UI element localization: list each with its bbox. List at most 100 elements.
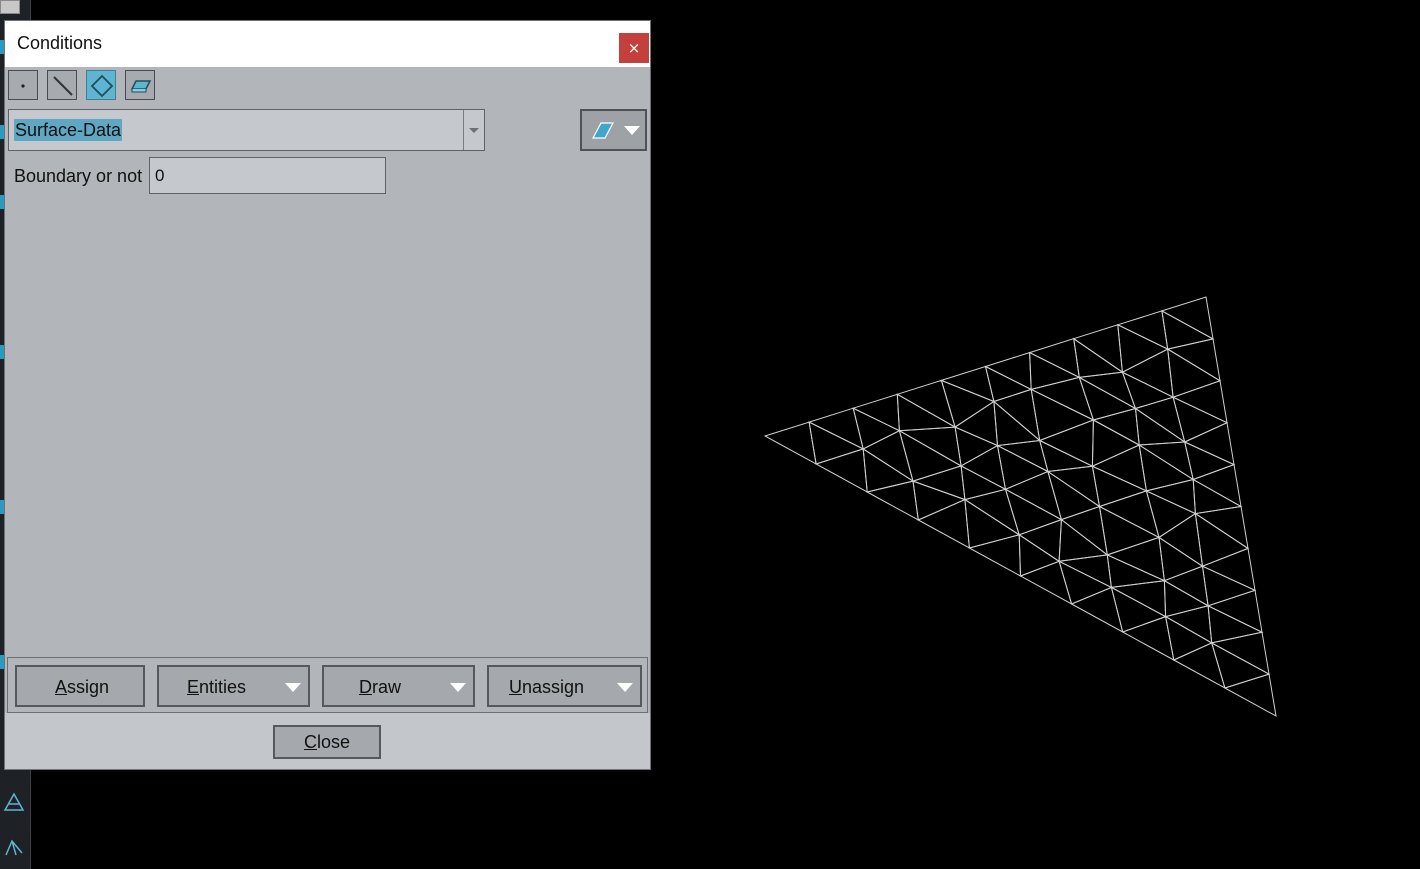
mesh-element bbox=[1201, 565, 1257, 607]
mesh-element bbox=[1029, 376, 1095, 421]
chevron-down-icon[interactable] bbox=[285, 683, 301, 692]
surface-entity-button[interactable] bbox=[86, 70, 116, 100]
mesh-element bbox=[1194, 505, 1249, 550]
mesh-element bbox=[1207, 604, 1264, 644]
mesh-element bbox=[1160, 296, 1214, 340]
mesh-element bbox=[954, 426, 999, 467]
mesh-element bbox=[963, 488, 1021, 536]
mesh-element bbox=[993, 400, 1041, 447]
mesh-element bbox=[1109, 580, 1167, 618]
mesh-element bbox=[1028, 338, 1080, 379]
mesh-element bbox=[896, 379, 956, 429]
point-icon bbox=[21, 84, 25, 88]
mesh-element bbox=[1192, 463, 1242, 508]
mesh-element bbox=[1110, 586, 1167, 633]
condition-select[interactable]: Surface-Data bbox=[8, 109, 485, 151]
mesh-element bbox=[1105, 536, 1166, 582]
mesh-element bbox=[1164, 605, 1213, 644]
chevron-down-icon[interactable] bbox=[463, 110, 484, 150]
mesh-element bbox=[1106, 554, 1167, 588]
assign-button[interactable]: Assign bbox=[15, 665, 145, 707]
mesh-element bbox=[1058, 560, 1113, 605]
mesh-element bbox=[1058, 518, 1109, 562]
mesh-element bbox=[1145, 489, 1197, 539]
mesh-element bbox=[1019, 560, 1073, 606]
surface-mesh bbox=[763, 296, 1277, 717]
mesh-element bbox=[1121, 371, 1175, 410]
mesh-element bbox=[911, 465, 966, 501]
mesh-element bbox=[1183, 421, 1235, 466]
mesh-element bbox=[1038, 419, 1094, 467]
mesh-element bbox=[912, 480, 967, 521]
mesh-element bbox=[1171, 380, 1228, 424]
condition-type-button[interactable] bbox=[580, 109, 647, 151]
draw-button[interactable]: Draw bbox=[322, 665, 475, 707]
mesh-element bbox=[763, 421, 817, 465]
mesh-element bbox=[862, 429, 914, 483]
volume-icon bbox=[130, 80, 152, 93]
point-entity-button[interactable] bbox=[8, 70, 38, 100]
close-icon[interactable]: × bbox=[619, 33, 649, 63]
mesh-element bbox=[1072, 324, 1124, 374]
mesh-tool-icon[interactable] bbox=[2, 790, 26, 814]
mesh-element bbox=[1092, 407, 1140, 446]
mesh-element bbox=[1098, 490, 1160, 539]
conditions-dialog: Conditions × Surface-Data Boundary or no… bbox=[5, 21, 650, 769]
mesh-element bbox=[1166, 338, 1221, 382]
mesh-element bbox=[995, 439, 1049, 473]
mesh-element bbox=[1201, 547, 1256, 592]
mesh-element bbox=[898, 429, 963, 482]
mesh-element bbox=[851, 393, 900, 432]
unassign-button[interactable]: Unassign bbox=[487, 665, 642, 707]
boundary-field-label: Boundary or not bbox=[14, 166, 143, 186]
line-entity-button[interactable] bbox=[47, 70, 77, 100]
mesh-element bbox=[1137, 441, 1194, 481]
mesh-element bbox=[1091, 419, 1141, 467]
mesh-element bbox=[1223, 673, 1277, 717]
graphics-viewport[interactable] bbox=[650, 0, 1420, 869]
mesh-element bbox=[1004, 488, 1063, 536]
volume-entity-button[interactable] bbox=[125, 70, 155, 100]
dialog-footer: Close bbox=[5, 713, 650, 769]
geometry-tool-icon[interactable] bbox=[2, 835, 26, 859]
surface-condition-icon bbox=[592, 122, 614, 139]
mesh-element bbox=[1192, 478, 1243, 515]
dialog-title: Conditions bbox=[17, 33, 103, 53]
mesh-element bbox=[862, 447, 915, 493]
chevron-down-icon[interactable] bbox=[450, 683, 466, 692]
mesh-element bbox=[1091, 465, 1148, 508]
close-button[interactable]: Close bbox=[273, 725, 381, 759]
mesh-element bbox=[1116, 310, 1169, 350]
mesh-element bbox=[968, 534, 1022, 577]
mesh-element bbox=[1121, 615, 1175, 661]
mesh-element bbox=[1138, 443, 1195, 492]
mesh-element bbox=[940, 379, 995, 428]
chevron-down-icon[interactable] bbox=[617, 683, 633, 692]
mesh-element bbox=[1091, 444, 1148, 492]
mesh-element bbox=[1161, 309, 1215, 350]
mesh-element bbox=[1070, 586, 1124, 633]
mesh-element bbox=[814, 448, 868, 493]
mesh-element bbox=[1172, 642, 1226, 690]
mesh-element bbox=[1047, 470, 1101, 521]
mesh-element bbox=[1121, 348, 1174, 399]
mesh-element bbox=[954, 400, 999, 447]
mesh-element bbox=[1004, 470, 1063, 521]
mesh-element bbox=[1210, 631, 1270, 676]
mesh-element bbox=[1206, 589, 1263, 634]
mesh-element bbox=[1134, 396, 1186, 444]
mesh-element bbox=[917, 498, 970, 549]
mesh-element bbox=[1018, 533, 1061, 577]
mesh-element bbox=[984, 351, 1032, 391]
strip-button[interactable] bbox=[0, 0, 20, 14]
mesh-element bbox=[865, 480, 919, 521]
mesh-element bbox=[1018, 518, 1062, 563]
dialog-titlebar[interactable]: Conditions × bbox=[5, 21, 650, 67]
mesh-element bbox=[1210, 641, 1271, 689]
surface-icon bbox=[90, 74, 114, 98]
boundary-field[interactable] bbox=[149, 157, 386, 194]
mesh-element bbox=[1163, 565, 1209, 607]
line-icon bbox=[53, 76, 73, 96]
entities-button[interactable]: Entities bbox=[157, 665, 310, 707]
action-bar: Assign Entities Draw Unassign bbox=[7, 657, 648, 713]
